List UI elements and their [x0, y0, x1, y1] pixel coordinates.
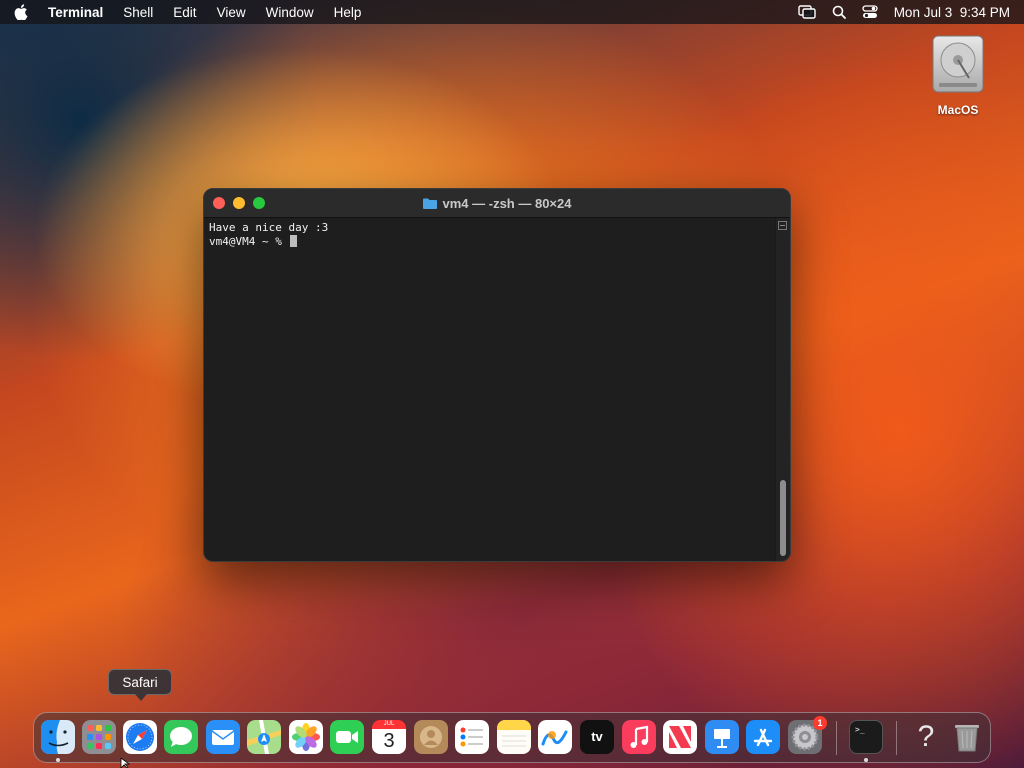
finder-icon — [41, 720, 75, 754]
terminal-title: vm4 — -zsh — 80×24 — [442, 195, 572, 211]
dock-launchpad[interactable] — [82, 720, 116, 754]
minimize-button[interactable] — [233, 197, 245, 209]
terminal-titlebar[interactable]: vm4 — -zsh — 80×24 — [204, 189, 790, 218]
dock-separator — [836, 721, 837, 755]
terminal-window[interactable]: vm4 — -zsh — 80×24 Have a nice day :3 vm4… — [203, 188, 791, 562]
messages-icon — [164, 720, 198, 754]
mouse-pointer-icon — [120, 758, 131, 768]
dock-contacts[interactable] — [414, 720, 448, 754]
dock-tv[interactable]: tv — [580, 720, 614, 754]
trash-icon — [955, 725, 979, 752]
dock-mail[interactable] — [206, 720, 240, 754]
calendar-day: 3 — [372, 729, 406, 754]
dock-separator — [896, 721, 897, 755]
menu-edit[interactable]: Edit — [173, 5, 196, 20]
reminders-icon — [455, 720, 489, 754]
dock-terminal[interactable]: >_ — [849, 720, 883, 754]
dock-maps[interactable] — [247, 720, 281, 754]
tv-icon-label: tv — [591, 729, 603, 744]
terminal-line: Have a nice day :3 — [209, 221, 329, 234]
dock: JUL 3 tv 1 >_ ? — [33, 712, 991, 763]
facetime-icon — [330, 720, 364, 754]
folder-icon — [422, 198, 437, 209]
hard-drive-icon — [932, 35, 984, 93]
menu-app-terminal[interactable]: Terminal — [48, 5, 103, 20]
terminal-scrollbar[interactable] — [775, 218, 790, 561]
dock-facetime[interactable] — [330, 720, 364, 754]
dock-keynote[interactable] — [705, 720, 739, 754]
maps-icon — [247, 720, 281, 754]
keynote-icon — [705, 720, 739, 754]
app-store-icon — [746, 720, 780, 754]
dock-help[interactable]: ? — [909, 720, 943, 754]
dock-finder[interactable] — [41, 720, 75, 754]
menu-window[interactable]: Window — [266, 5, 314, 20]
dock-trash[interactable] — [950, 720, 984, 754]
dock-messages[interactable] — [164, 720, 198, 754]
search-icon[interactable] — [832, 5, 846, 19]
music-icon — [622, 720, 656, 754]
terminal-icon-label: >_ — [855, 725, 865, 734]
notes-icon — [497, 720, 531, 754]
contacts-icon — [414, 720, 448, 754]
close-button[interactable] — [213, 197, 225, 209]
menu-shell[interactable]: Shell — [123, 5, 153, 20]
dock-safari[interactable] — [123, 720, 157, 754]
dock-app-store[interactable] — [746, 720, 780, 754]
terminal-prompt: vm4@VM4 ~ % — [209, 235, 289, 248]
scrollbar-thumb[interactable] — [780, 480, 786, 556]
dock-news[interactable] — [663, 720, 697, 754]
launchpad-icon — [82, 720, 116, 754]
dock-running-indicator — [56, 758, 60, 762]
screen-mirroring-icon[interactable] — [797, 5, 816, 19]
dock-tooltip: Safari — [108, 669, 172, 701]
menu-help[interactable]: Help — [334, 5, 362, 20]
safari-icon — [123, 720, 157, 754]
terminal-cursor — [290, 235, 298, 247]
dock-music[interactable] — [622, 720, 656, 754]
dock-running-indicator — [864, 758, 868, 762]
question-icon: ? — [917, 720, 935, 753]
terminal-prompt-line: vm4@VM4 ~ % — [209, 235, 771, 249]
desktop-disk-macos[interactable]: MacOS — [924, 34, 992, 117]
news-icon — [663, 720, 697, 754]
apple-menu-icon[interactable] — [14, 4, 28, 20]
calendar-month: JUL — [372, 720, 406, 729]
menu-view[interactable]: View — [217, 5, 246, 20]
dock-calendar[interactable]: JUL 3 — [372, 720, 406, 754]
photos-icon — [289, 720, 323, 754]
settings-badge: 1 — [813, 716, 827, 730]
freeform-icon — [538, 720, 572, 754]
dock-notes[interactable] — [497, 720, 531, 754]
menu-bar: Terminal Shell Edit View Window Help Mon… — [0, 0, 1024, 24]
menu-clock[interactable]: Mon Jul 3 9:34 PM — [894, 5, 1010, 20]
dock-photos[interactable] — [289, 720, 323, 754]
control-center-icon[interactable] — [862, 5, 878, 19]
dock-reminders[interactable] — [455, 720, 489, 754]
dock-freeform[interactable] — [538, 720, 572, 754]
zoom-button[interactable] — [253, 197, 265, 209]
scrollbar-split-button[interactable] — [778, 221, 787, 230]
mail-icon — [206, 720, 240, 754]
desktop-disk-label: MacOS — [937, 103, 979, 117]
terminal-content[interactable]: Have a nice day :3 vm4@VM4 ~ % — [204, 218, 776, 561]
